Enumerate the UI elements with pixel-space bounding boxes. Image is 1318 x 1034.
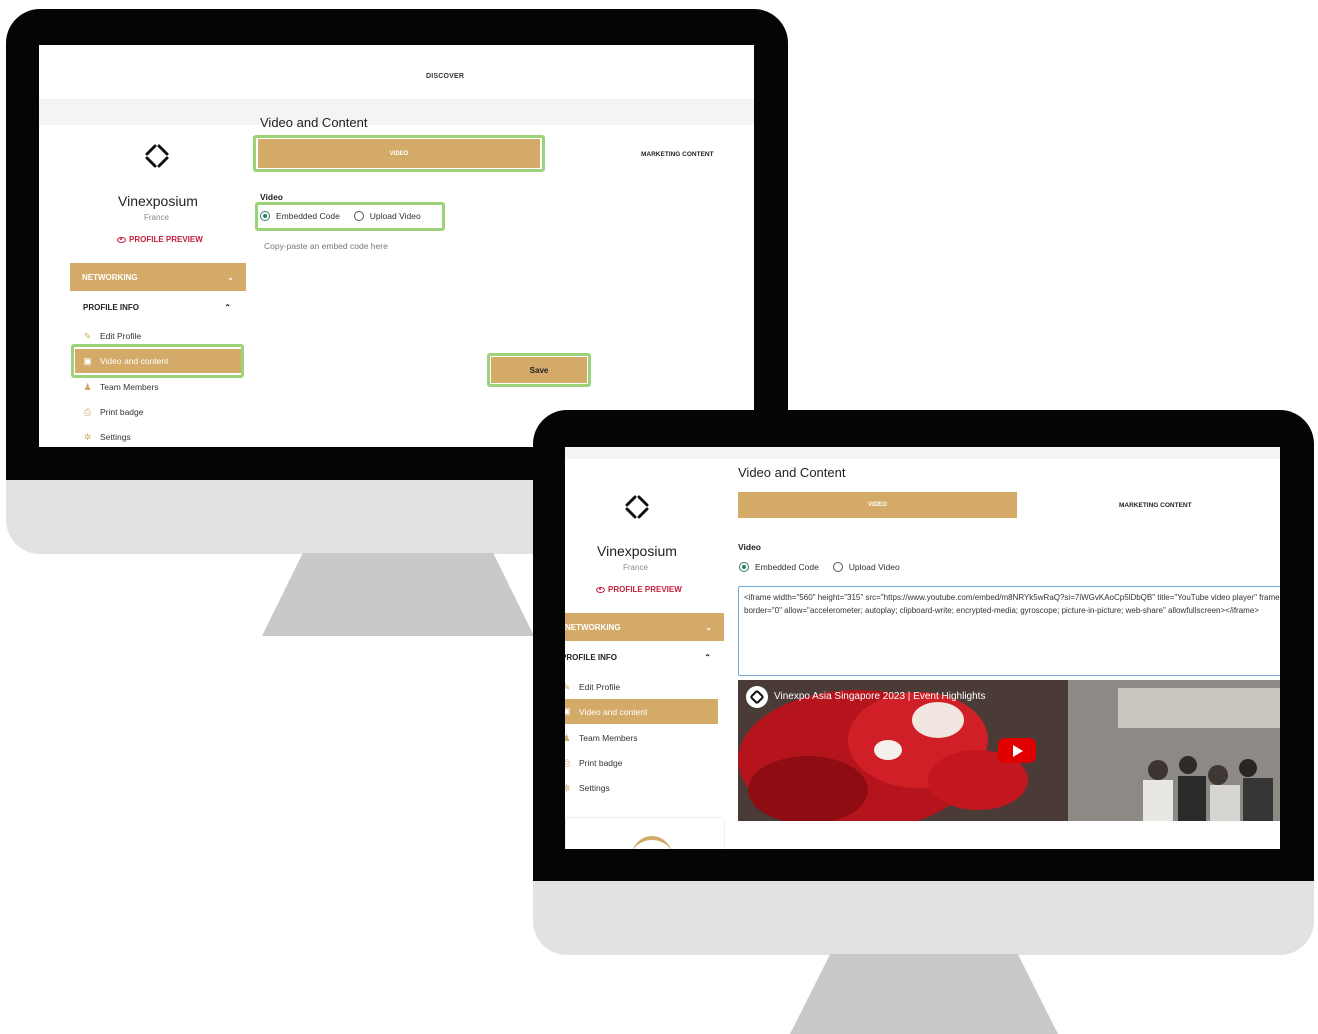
sidebar-item-label: Edit Profile	[579, 682, 621, 692]
eye-icon	[596, 586, 605, 593]
monitor-2-stand	[790, 954, 1058, 1034]
nav-section-profile-info[interactable]: PROFILE INFO ⌃	[83, 303, 231, 312]
monitor-1-screen: DISCOVER Vinexposium France PROFILE PREV…	[39, 45, 754, 447]
save-button[interactable]: Save	[491, 357, 587, 383]
upload-video-radio[interactable]	[353, 211, 364, 221]
tab-video[interactable]: VIDEO	[258, 139, 540, 168]
networking-label: NETWORKING	[565, 622, 621, 632]
monitor-2-screen: Vinexposium France PROFILE PREVIEW NETWO…	[565, 447, 1280, 849]
embedded-code-label: Embedded Code	[276, 211, 340, 221]
video-preview[interactable]: Vinexpo Asia Singapore 2023 | Event High…	[738, 680, 1280, 821]
sidebar-item-team-members[interactable]: ♟ Team Members	[565, 733, 638, 743]
embedded-code-radio[interactable]	[260, 211, 270, 221]
gear-icon: ✲	[83, 431, 92, 442]
sidebar-item-label: Video and content	[100, 356, 169, 366]
sidebar-item-print-badge[interactable]: ⎙ Print badge	[83, 406, 144, 417]
chevron-down-icon: ⌄	[705, 622, 712, 632]
sidebar-item-label: Team Members	[100, 382, 159, 392]
org-country: France	[144, 213, 169, 222]
page-title: Video and Content	[260, 115, 368, 130]
tab-marketing-content[interactable]: MARKETING CONTENT	[641, 151, 714, 158]
video-source-radio-group: Embedded Code Upload Video	[260, 211, 421, 221]
header-band	[565, 447, 1280, 459]
sidebar-item-label: Video and content	[579, 706, 648, 717]
profile-preview-link[interactable]: PROFILE PREVIEW	[596, 585, 682, 594]
profile-preview-link[interactable]: PROFILE PREVIEW	[117, 235, 203, 244]
sidebar-item-video-and-content[interactable]: ▣ Video and content	[75, 349, 241, 373]
pencil-icon: ✎	[83, 330, 92, 341]
team-icon: ♟	[83, 381, 92, 392]
tab-marketing-content[interactable]: MARKETING CONTENT	[1119, 502, 1192, 509]
profile-info-label: PROFILE INFO	[565, 653, 617, 662]
tab-video[interactable]: VIDEO	[738, 492, 1017, 518]
sidebar-item-edit-profile[interactable]: ✎ Edit Profile	[565, 682, 620, 692]
channel-avatar[interactable]	[746, 686, 768, 708]
profile-info-label: PROFILE INFO	[83, 303, 139, 312]
networking-label: NETWORKING	[82, 272, 138, 282]
discover-link[interactable]: DISCOVER	[426, 73, 464, 80]
embed-code-hint: Copy-paste an embed code here	[264, 241, 388, 251]
video-source-radio-group: Embedded Code Upload Video	[739, 562, 900, 572]
nav-section-networking[interactable]: NETWORKING ⌄	[70, 263, 246, 291]
sidebar-item-edit-profile[interactable]: ✎ Edit Profile	[83, 331, 141, 341]
vinexposium-logo	[621, 491, 653, 523]
sidebar-item-video-and-content[interactable]: ▣ Video and content	[565, 699, 718, 724]
embed-code-textarea[interactable]: <iframe width="560" height="315" src="ht…	[738, 586, 1280, 676]
team-icon: ♟	[565, 732, 571, 743]
video-icon: ▣	[565, 706, 571, 716]
more-vertical-icon[interactable]: ···	[1279, 686, 1280, 706]
profile-preview-label: PROFILE PREVIEW	[129, 235, 203, 244]
sidebar-item-label: Print badge	[579, 758, 623, 768]
nav-section-profile-info[interactable]: PROFILE INFO ⌃	[565, 653, 711, 662]
printer-icon: ⎙	[565, 757, 571, 768]
video-field-label: Video	[260, 192, 283, 202]
monitor-2-chin	[533, 881, 1314, 955]
sidebar-item-label: Print badge	[100, 407, 144, 417]
page-title: Video and Content	[738, 465, 846, 480]
embedded-code-label: Embedded Code	[755, 562, 819, 572]
gear-icon: ✲	[565, 782, 571, 793]
sidebar-item-team-members[interactable]: ♟ Team Members	[83, 381, 159, 392]
header-band	[39, 100, 754, 125]
org-country: France	[623, 563, 648, 572]
org-name: Vinexposium	[118, 193, 198, 209]
pencil-icon: ✎	[565, 681, 571, 692]
nav-section-networking[interactable]: NETWORKING ⌄	[565, 613, 724, 641]
sidebar-item-print-badge[interactable]: ⎙ Print badge	[565, 758, 622, 768]
vinexposium-logo	[141, 140, 173, 172]
monitor-1-stand	[262, 553, 534, 636]
sidebar-item-label: Edit Profile	[100, 331, 142, 341]
top-navigation-bar: DISCOVER	[39, 45, 754, 100]
eye-icon	[117, 236, 126, 243]
video-icon: ▣	[83, 355, 92, 366]
chevron-up-icon: ⌃	[704, 653, 711, 662]
sidebar-item-settings[interactable]: ✲ Settings	[565, 783, 610, 793]
youtube-play-icon[interactable]	[998, 738, 1036, 763]
org-name: Vinexposium	[597, 543, 677, 559]
chevron-down-icon: ⌄	[227, 272, 234, 282]
progress-ring	[632, 836, 672, 849]
sidebar-item-settings[interactable]: ✲ Settings	[83, 432, 131, 442]
upload-video-label: Upload Video	[848, 562, 900, 572]
chevron-up-icon: ⌃	[224, 303, 231, 312]
sidebar-item-label: Team Members	[579, 733, 638, 743]
profile-preview-label: PROFILE PREVIEW	[608, 585, 682, 594]
embedded-code-radio[interactable]	[739, 562, 749, 572]
sidebar-card	[565, 817, 725, 849]
video-title[interactable]: Vinexpo Asia Singapore 2023 | Event High…	[774, 691, 985, 702]
sidebar-item-label: Settings	[100, 432, 131, 442]
sidebar-item-label: Settings	[579, 783, 610, 793]
printer-icon: ⎙	[83, 406, 92, 417]
upload-video-label: Upload Video	[369, 211, 421, 221]
upload-video-radio[interactable]	[832, 562, 843, 572]
video-field-label: Video	[738, 542, 761, 552]
